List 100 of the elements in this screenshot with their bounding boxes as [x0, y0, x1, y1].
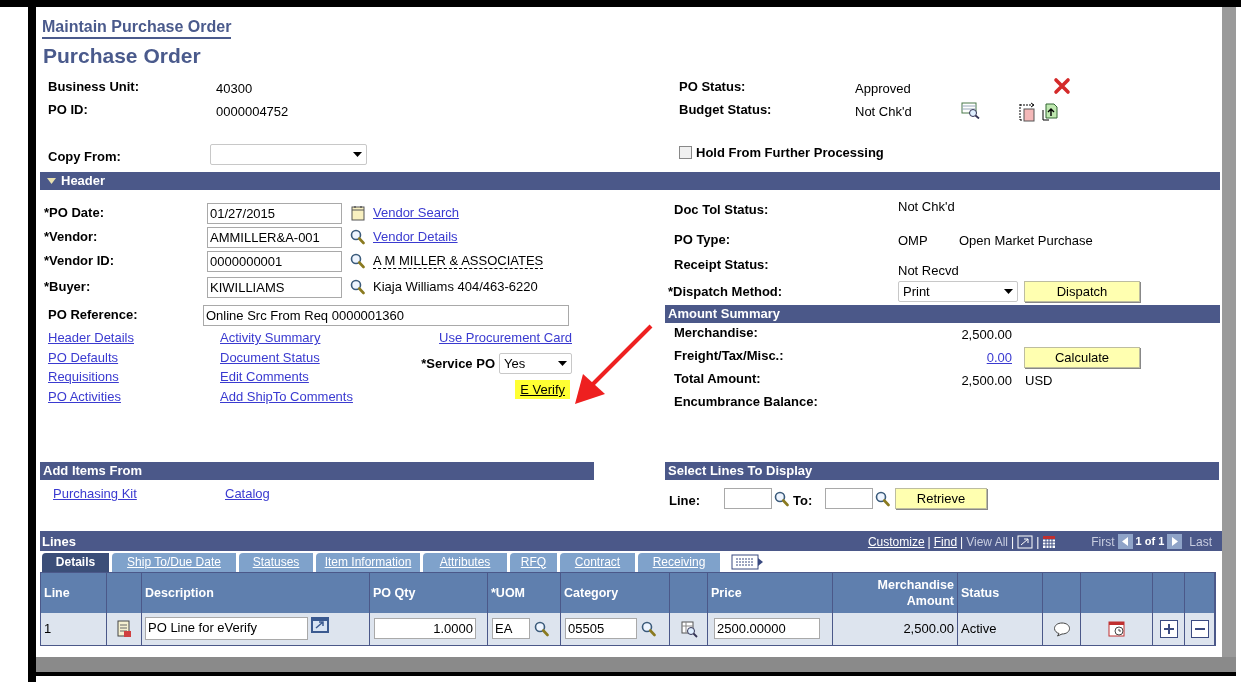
document-icon[interactable] [1017, 102, 1037, 122]
spreadsheet-icon[interactable] [1042, 534, 1057, 549]
new-window-icon[interactable] [1017, 534, 1034, 549]
column-header: PO Qty [370, 572, 487, 613]
buyer-name: Kiaja Williams 404/463-6220 [373, 278, 538, 297]
field-label: *Buyer: [44, 278, 92, 297]
delete-row-button[interactable] [1190, 619, 1209, 638]
grid-nav-text: Last [1189, 533, 1212, 551]
column-header [1185, 572, 1214, 613]
field-label: *Vendor ID: [44, 252, 116, 271]
link[interactable]: Add ShipTo Comments [220, 386, 353, 406]
column-header: Category [561, 572, 669, 613]
link[interactable]: PO Activities [48, 386, 121, 406]
field-label: PO Type: [674, 231, 732, 249]
field-label: Merchandise: [674, 323, 759, 342]
plus-icon [1162, 622, 1175, 635]
amount-value: 2,500.00 [961, 325, 1012, 344]
column-header: *UOM [488, 572, 560, 613]
dispatch-button[interactable]: Dispatch [1024, 281, 1140, 302]
table-search-icon[interactable] [961, 102, 981, 119]
input-field[interactable]: KIWILLIAMS [207, 276, 342, 298]
column-header [107, 572, 141, 613]
section-header: Add Items From [40, 462, 594, 480]
field-label: *Vendor: [44, 228, 99, 247]
dropdown-arrow-icon [1004, 289, 1013, 294]
add-row-button[interactable] [1159, 619, 1178, 638]
field-value: Not Recvd [898, 262, 959, 280]
e-verify-link[interactable]: E Verify [515, 380, 570, 399]
link[interactable]: Header Details [48, 328, 134, 348]
input-field[interactable]: Online Src From Req 0000001360 [203, 304, 569, 326]
document-upload-icon[interactable] [1041, 102, 1059, 122]
column-header: Description [142, 572, 369, 613]
search-icon[interactable] [774, 490, 789, 507]
line-from-field[interactable] [724, 488, 772, 510]
link[interactable]: Activity Summary [220, 328, 321, 348]
field-label: Line: [669, 492, 702, 510]
calendar-icon[interactable] [350, 205, 365, 221]
link[interactable]: Vendor Search [373, 203, 459, 223]
service-po-dropdown[interactable]: Yes [499, 353, 572, 374]
field-label: PO Status: [679, 78, 747, 96]
column-header: Price [708, 572, 832, 613]
price-field[interactable]: 2500.00000 [714, 618, 820, 639]
field-label: Budget Status: [679, 101, 773, 119]
show-all-columns-icon[interactable] [731, 553, 765, 570]
grid-link[interactable]: Customize [867, 532, 925, 551]
field-value: 40300 [216, 80, 253, 98]
field-label: *PO Date: [44, 204, 105, 223]
dropdown-arrow-icon [558, 361, 567, 366]
link[interactable]: Purchasing Kit [53, 484, 225, 504]
collapse-icon[interactable] [47, 177, 56, 185]
line-to-field[interactable] [825, 488, 873, 510]
currency: USD [1025, 371, 1053, 390]
search-icon[interactable] [350, 253, 365, 269]
link[interactable]: PO Defaults [48, 347, 119, 367]
edit-window-icon[interactable] [310, 615, 330, 634]
field-label: *Service PO [421, 354, 495, 373]
input-field[interactable]: AMMILLER&A-001 [207, 226, 342, 248]
link[interactable]: Edit Comments [220, 367, 309, 387]
search-icon[interactable] [641, 620, 656, 637]
column-header [670, 572, 707, 613]
search-icon[interactable] [350, 279, 365, 295]
link[interactable]: Vendor Details [373, 227, 458, 247]
grid-link[interactable]: Find [933, 532, 958, 551]
field-label: *Dispatch Method: [668, 282, 784, 301]
description-field[interactable]: PO Line for eVerify [145, 617, 308, 640]
input-field[interactable]: 0000000001 [207, 250, 342, 272]
checkbox[interactable] [679, 146, 692, 160]
quantity-field[interactable]: 1.0000 [374, 618, 476, 639]
search-icon[interactable] [350, 229, 365, 245]
next-icon[interactable] [1167, 534, 1183, 549]
link[interactable]: Catalog [225, 484, 270, 504]
search-icon[interactable] [534, 620, 549, 637]
search-icon[interactable] [875, 490, 890, 507]
category-field[interactable]: 05505 [565, 618, 637, 639]
link[interactable]: Requisitions [48, 367, 119, 387]
link[interactable]: Document Status [220, 347, 320, 367]
tab[interactable]: Details [42, 552, 109, 572]
previous-icon[interactable] [1117, 534, 1133, 549]
table-search-icon[interactable] [679, 619, 698, 638]
link[interactable]: Use Procurement Card [439, 328, 572, 347]
amount-link[interactable]: 0.00 [986, 347, 1012, 368]
field-label: Doc Tol Status: [674, 201, 770, 219]
field-label: Copy From: [48, 148, 122, 166]
close-icon[interactable] [1053, 77, 1071, 95]
grid-title: Lines [42, 532, 76, 551]
comment-icon[interactable] [1052, 620, 1071, 637]
checkbox-label: Hold From Further Processing [696, 144, 884, 162]
dispatch-method-dropdown[interactable]: Print [898, 281, 1018, 302]
field-label: PO Reference: [47, 306, 139, 325]
schedule-icon[interactable] [1107, 619, 1126, 638]
retrieve-button[interactable]: Retrieve [895, 488, 987, 510]
input-field[interactable]: 01/27/2015 [207, 202, 342, 224]
section-header[interactable]: Header [40, 172, 1220, 190]
breadcrumb-link[interactable]: Maintain Purchase Order [42, 17, 232, 39]
field-label: Encumbrance Balance: [674, 392, 819, 411]
field-value: 0000004752 [216, 103, 289, 121]
uom-field[interactable]: EA [492, 618, 530, 639]
field-value: Not Chk'd [898, 198, 955, 216]
calculate-button[interactable]: Calculate [1024, 347, 1140, 368]
separator: | [1036, 533, 1040, 551]
